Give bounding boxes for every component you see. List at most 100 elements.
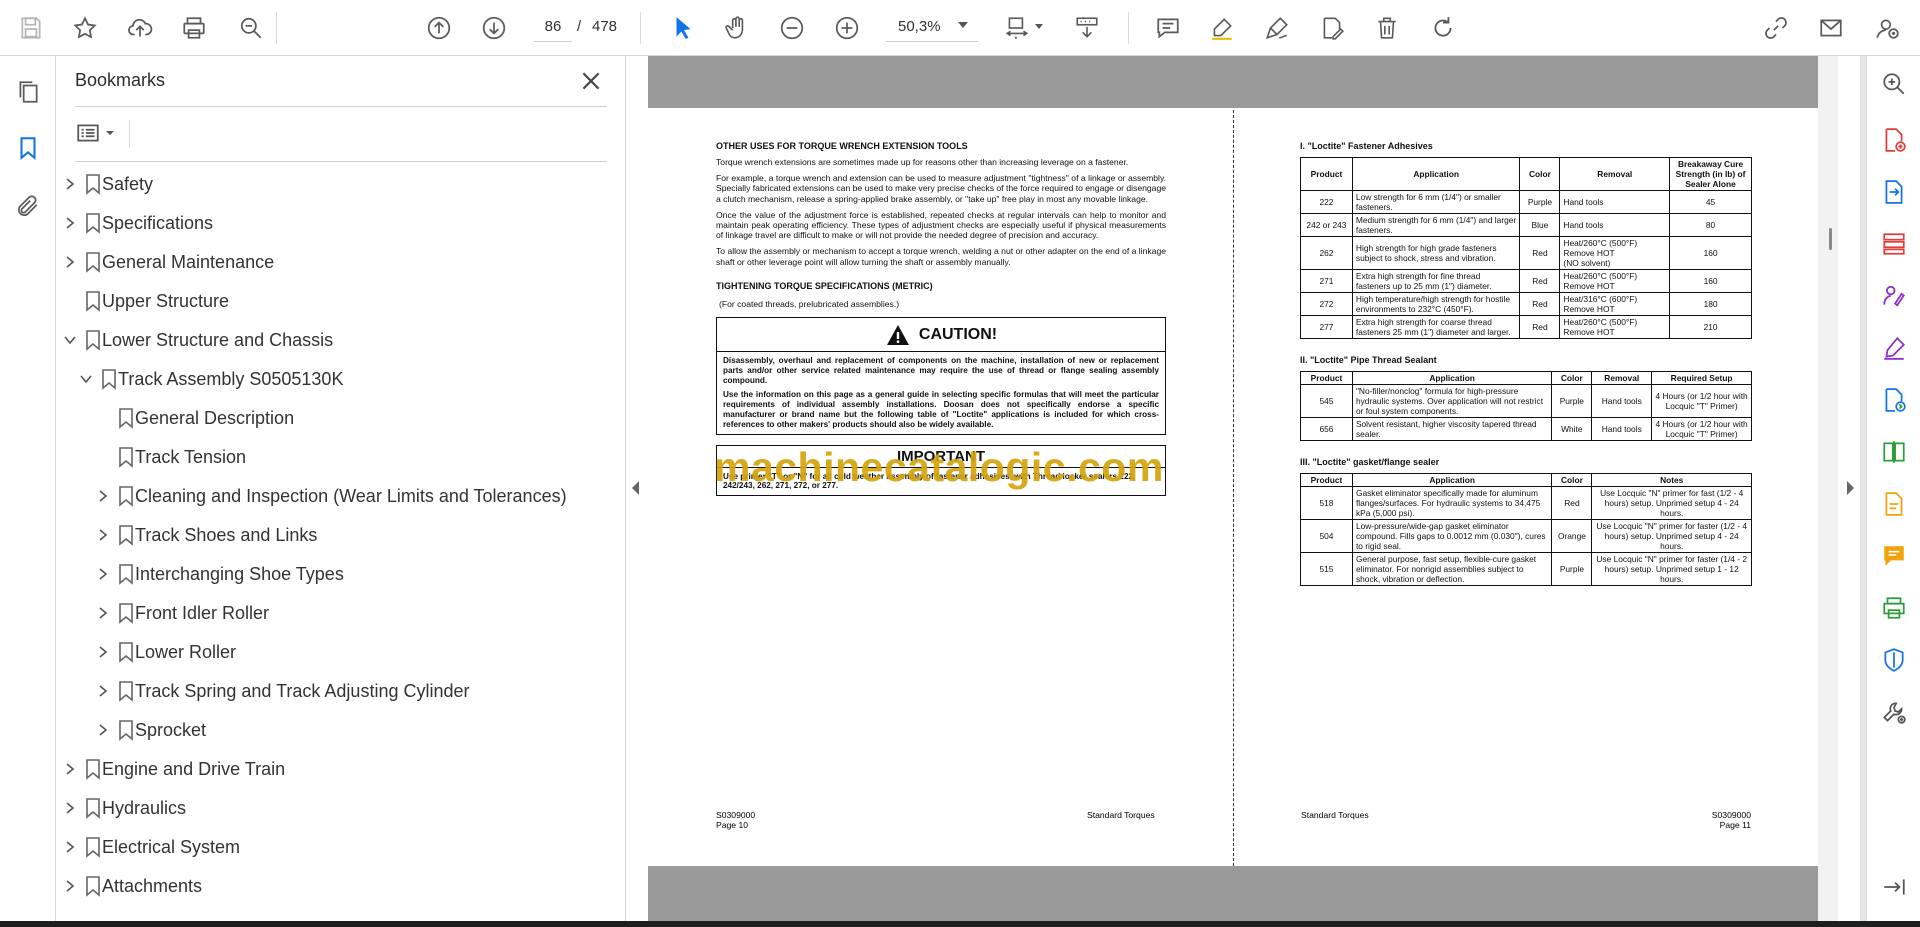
column-header: Color (1519, 157, 1561, 191)
bookmark-label: Track Assembly S0505130K (118, 369, 344, 389)
chevron-right-icon[interactable] (95, 644, 111, 660)
zoom-out-icon[interactable] (775, 11, 809, 45)
table-cell: 80 (1669, 213, 1752, 237)
edit-pdf-icon[interactable] (1315, 11, 1349, 45)
fit-page-icon[interactable] (1000, 11, 1034, 45)
chevron-right-icon[interactable] (62, 878, 78, 894)
print-icon[interactable] (177, 11, 211, 45)
expand-right-pane-icon[interactable] (1847, 481, 1854, 495)
bookmark-icon (84, 290, 102, 312)
comment-icon[interactable] (1151, 11, 1185, 45)
bookmark-item[interactable]: General Description (56, 398, 625, 437)
print-production-icon[interactable] (1880, 594, 1908, 622)
create-pdf-icon[interactable] (1880, 126, 1908, 154)
export-document-icon[interactable] (1880, 490, 1908, 518)
bookmark-item[interactable]: Track Tension (56, 437, 625, 476)
attachment-icon[interactable] (12, 190, 44, 222)
send-for-review-icon[interactable] (1880, 386, 1908, 414)
page-thumbnails-icon[interactable] (12, 76, 44, 108)
next-page-icon[interactable] (477, 11, 511, 45)
bookmark-item[interactable]: Electrical System (56, 827, 625, 866)
draw-icon[interactable] (1260, 11, 1294, 45)
close-icon[interactable] (578, 68, 604, 94)
bookmark-item[interactable]: Hydraulics (56, 788, 625, 827)
chevron-right-icon[interactable] (95, 605, 111, 621)
compare-files-icon[interactable] (1880, 438, 1908, 466)
bookmark-item[interactable]: Track Assembly S0505130K (56, 359, 625, 398)
comment-tool-icon[interactable] (1880, 542, 1908, 570)
chevron-right-icon[interactable] (62, 761, 78, 777)
upload-cloud-icon[interactable] (123, 11, 157, 45)
bookmark-item[interactable]: Sprocket (56, 710, 625, 749)
bookmark-item[interactable]: Track Spring and Track Adjusting Cylinde… (56, 671, 625, 710)
email-icon[interactable] (1814, 11, 1848, 45)
chevron-down-icon[interactable] (1035, 24, 1043, 29)
chevron-right-icon[interactable] (95, 488, 111, 504)
footer-page-number: Page 11 (1719, 820, 1751, 830)
more-tools-icon[interactable] (1880, 698, 1908, 726)
chevron-right-icon[interactable] (62, 800, 78, 816)
chevron-right-icon[interactable] (62, 839, 78, 855)
bookmark-item[interactable]: Track Shoes and Links (56, 515, 625, 554)
export-pdf-icon[interactable] (1880, 178, 1908, 206)
save-icon[interactable] (14, 11, 48, 45)
column-header: Notes (1591, 473, 1752, 487)
chevron-down-icon[interactable] (62, 332, 78, 348)
bookmark-panel-icon[interactable] (12, 132, 44, 164)
chevron-right-icon[interactable] (62, 254, 78, 270)
table-row: 515 General purpose, fast setup, flexible… (1300, 552, 1752, 586)
collapse-tools-icon[interactable] (1880, 873, 1908, 901)
table-cell: Red (1551, 486, 1593, 520)
chevron-right-icon[interactable] (95, 683, 111, 699)
bookmark-item[interactable]: Lower Structure and Chassis (56, 320, 625, 359)
zoom-in-icon[interactable] (830, 11, 864, 45)
previous-page-icon[interactable] (422, 11, 456, 45)
bookmark-item[interactable]: Safety (56, 164, 625, 203)
bookmark-item[interactable]: General Maintenance (56, 242, 625, 281)
chevron-down-icon[interactable] (78, 371, 94, 387)
column-header: Removal (1559, 157, 1671, 191)
page-divider (1233, 110, 1234, 866)
bookmark-item[interactable]: Specifications (56, 203, 625, 242)
chevron-right-icon[interactable] (95, 527, 111, 543)
chevron-right-icon[interactable] (95, 722, 111, 738)
vertical-scrollbar[interactable] (1818, 56, 1838, 921)
chevron-right-icon[interactable] (62, 215, 78, 231)
bookmark-item[interactable]: Lower Roller (56, 632, 625, 671)
table-cell: Purple (1519, 190, 1561, 214)
pdf-page-11: I. "Loctite" Fastener Adhesives Product A… (1300, 108, 1752, 586)
protect-icon[interactable] (1880, 646, 1908, 674)
collapse-left-pane-icon[interactable] (632, 481, 639, 495)
table-cell: 160 (1669, 236, 1752, 270)
page-number-input[interactable] (534, 12, 572, 42)
bookmark-options-button[interactable] (75, 118, 121, 148)
rotate-icon[interactable] (1426, 11, 1460, 45)
toolbar-separator (276, 12, 277, 44)
highlight-icon[interactable] (1205, 11, 1239, 45)
fill-sign-icon[interactable] (1880, 334, 1908, 362)
scroll-mode-icon[interactable] (1070, 11, 1104, 45)
chevron-down-icon[interactable] (958, 22, 968, 28)
request-signature-icon[interactable] (1880, 282, 1908, 310)
bookmark-item[interactable]: Cleaning and Inspection (Wear Limits and… (56, 476, 625, 515)
caution-text: Disassembly, overhaul and replacement of… (717, 352, 1165, 434)
hand-tool-icon[interactable] (720, 11, 754, 45)
bookmark-item[interactable]: Upper Structure (56, 281, 625, 320)
bookmark-item[interactable]: Interchanging Shoe Types (56, 554, 625, 593)
star-icon[interactable] (68, 11, 102, 45)
select-cursor-icon[interactable] (666, 11, 700, 45)
trash-icon[interactable] (1370, 11, 1404, 45)
chevron-right-icon[interactable] (62, 176, 78, 192)
organize-pages-icon[interactable] (1880, 230, 1908, 258)
account-icon[interactable] (1870, 11, 1904, 45)
bookmark-icon (117, 641, 135, 663)
search-zoom-icon[interactable] (1880, 70, 1908, 98)
chevron-right-icon[interactable] (95, 566, 111, 582)
bookmark-item[interactable]: Engine and Drive Train (56, 749, 625, 788)
bookmark-label: Track Tension (135, 447, 247, 467)
bookmark-item[interactable]: Attachments (56, 866, 625, 905)
share-link-icon[interactable] (1759, 11, 1793, 45)
bookmark-item[interactable]: Front Idler Roller (56, 593, 625, 632)
find-text-icon[interactable] (234, 11, 268, 45)
scrollbar-thumb[interactable] (1829, 228, 1832, 250)
